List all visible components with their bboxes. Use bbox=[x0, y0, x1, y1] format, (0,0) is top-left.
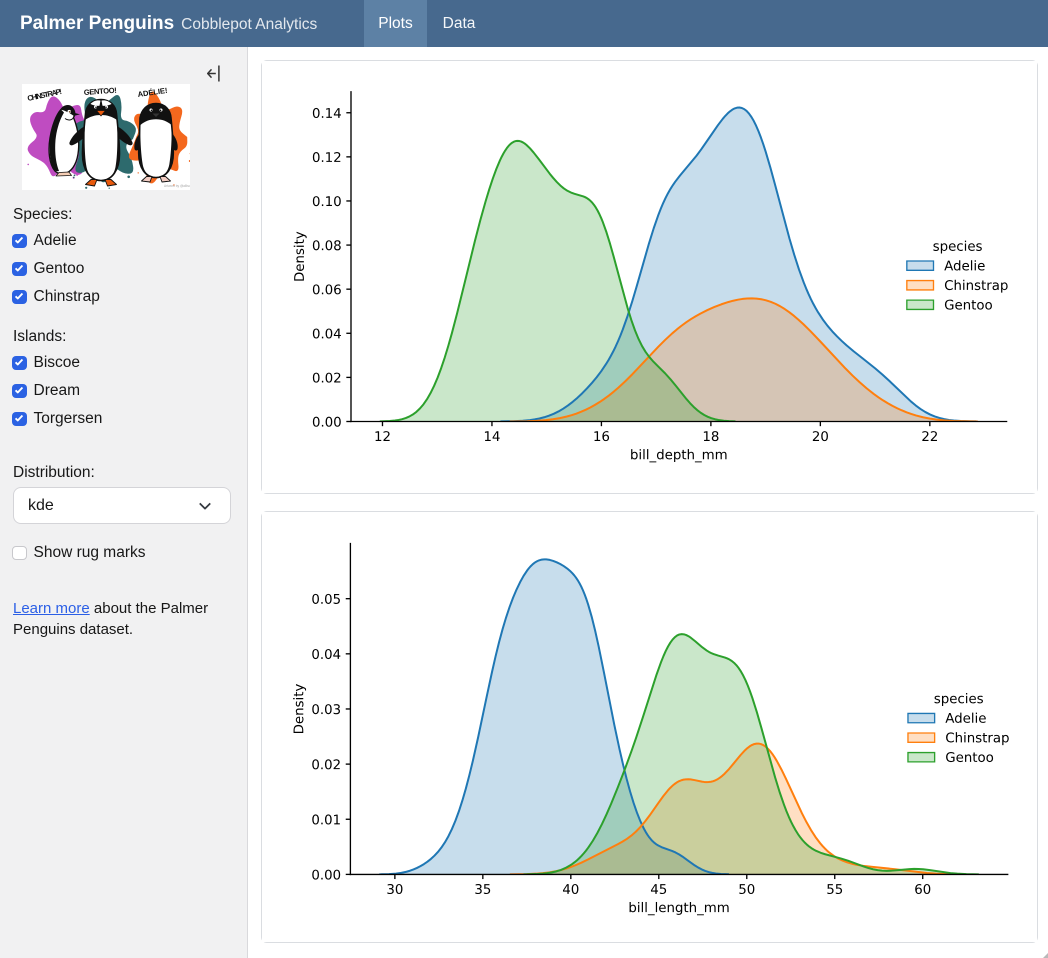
svg-text:Artwork by @allison_horst: Artwork by @allison_horst bbox=[164, 184, 190, 188]
svg-text:GENTOO!: GENTOO! bbox=[84, 86, 118, 97]
